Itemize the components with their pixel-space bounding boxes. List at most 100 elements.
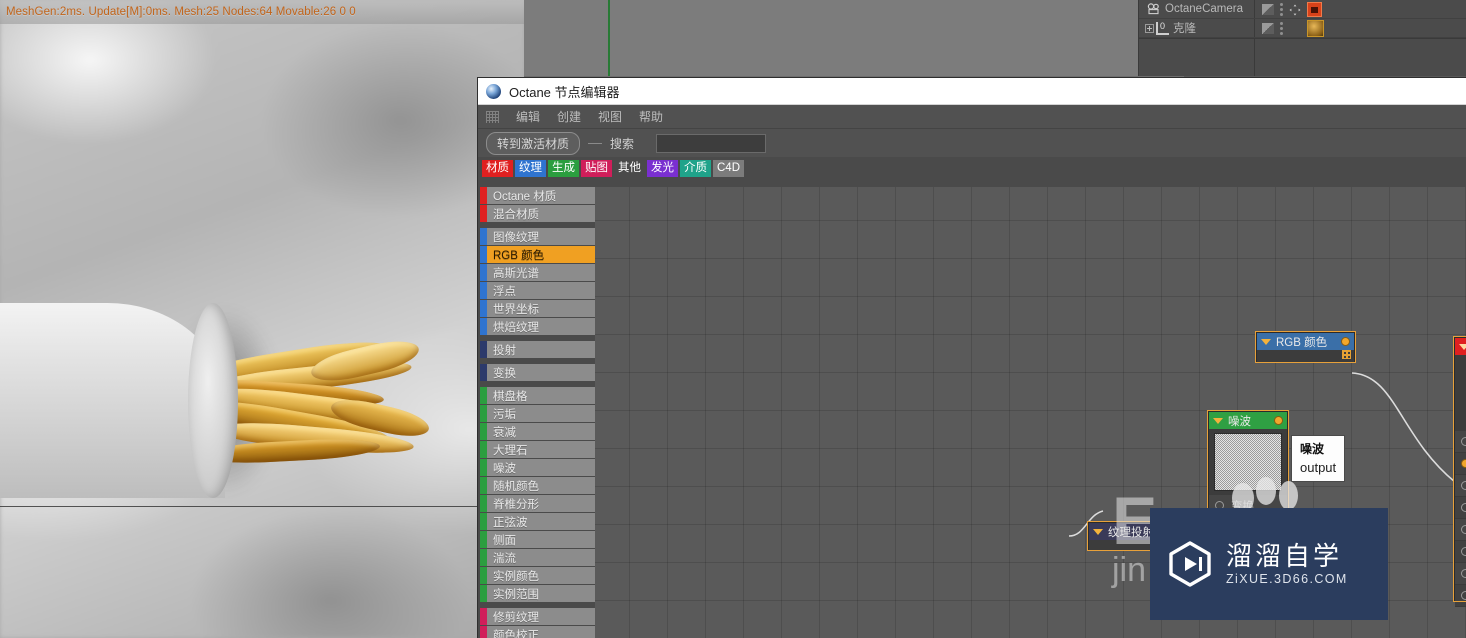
- node-rgb-color-title: RGB 颜色: [1276, 336, 1328, 349]
- move-handle-icon[interactable]: [1289, 4, 1301, 16]
- node-editor-toolbar[interactable]: 转到激活材质 搜索: [478, 129, 1466, 157]
- visibility-toggle-icon[interactable]: [1262, 23, 1274, 34]
- chevron-down-icon[interactable]: [1213, 417, 1223, 424]
- viewport-3d[interactable]: MeshGen:2ms. Update[M]:0ms. Mesh:25 Node…: [0, 0, 524, 638]
- node-list-item[interactable]: RGB 颜色: [480, 246, 595, 263]
- input-port-3[interactable]: [1461, 503, 1466, 512]
- object-row-camera[interactable]: OctaneCamera: [1139, 0, 1466, 19]
- node-oct-diffuse-body: 漫射镜面粗糙度薄膜宽度凹凸法线置换透明度: [1455, 359, 1466, 607]
- node-list-item-label: 正弦波: [493, 516, 528, 529]
- node-library-list[interactable]: Octane 材质混合材质图像纹理 RGB 颜色 高斯光谱浮点世界坐标 烘焙纹理投射变…: [480, 187, 595, 638]
- node-list-item[interactable]: 污垢: [480, 405, 595, 422]
- node-oct-diffuse-pin-0[interactable]: 漫射: [1455, 431, 1466, 453]
- chevron-down-icon[interactable]: [1093, 528, 1103, 535]
- menu-grip-icon[interactable]: [486, 110, 499, 123]
- category-tab-6[interactable]: 介质: [680, 159, 711, 177]
- expand-icon[interactable]: [1145, 23, 1154, 33]
- object-manager[interactable]: OctaneCamera 0 克隆: [1138, 0, 1466, 76]
- node-list-item[interactable]: 颜色校正: [480, 626, 595, 638]
- node-oct-diffuse-header[interactable]: OctDiffuse: [1455, 338, 1466, 355]
- node-list-item[interactable]: 正弦波: [480, 513, 595, 530]
- node-list-item-label: 随机颜色: [493, 480, 539, 493]
- node-list-item[interactable]: 湍流: [480, 549, 595, 566]
- node-list-item[interactable]: 世界坐标: [480, 300, 595, 317]
- node-type-color-swatch: [480, 205, 487, 222]
- category-tab-2[interactable]: 生成: [548, 159, 579, 177]
- node-list-item[interactable]: 烘焙纹理: [480, 318, 595, 335]
- node-noise-header[interactable]: 噪波: [1209, 412, 1287, 429]
- category-tab-5[interactable]: 发光: [647, 159, 678, 177]
- node-type-color-swatch: [480, 187, 487, 204]
- input-port-1[interactable]: [1461, 459, 1466, 468]
- category-tab-7[interactable]: C4D: [713, 159, 745, 177]
- node-editor-titlebar[interactable]: Octane 节点编辑器: [478, 78, 1466, 105]
- chevron-down-icon[interactable]: [1261, 338, 1271, 345]
- node-editor-menubar[interactable]: 编辑 创建 视图 帮助: [478, 105, 1466, 129]
- node-list-item[interactable]: 图像纹理: [480, 228, 595, 245]
- render-tag-icon[interactable]: [1307, 2, 1322, 17]
- object-row-cloner[interactable]: 0 克隆: [1139, 19, 1466, 38]
- node-list-item[interactable]: Octane 材质: [480, 187, 595, 204]
- node-list-item[interactable]: 混合材质: [480, 205, 595, 222]
- search-input[interactable]: [656, 133, 767, 153]
- node-oct-diffuse[interactable]: OctDiffuse 漫射镜面粗糙度薄膜宽度凹凸法线置换透明度: [1453, 336, 1466, 607]
- node-list-item[interactable]: 棋盘格: [480, 387, 595, 404]
- node-category-tabs[interactable]: 材质 纹理 生成 贴图 其他 发光 介质 C4D: [478, 157, 1466, 179]
- node-list-item[interactable]: 侧面: [480, 531, 595, 548]
- node-list-item[interactable]: 噪波: [480, 459, 595, 476]
- input-port-0[interactable]: [1461, 437, 1466, 446]
- category-tab-3[interactable]: 贴图: [581, 159, 612, 177]
- node-list-item[interactable]: 浮点: [480, 282, 595, 299]
- visibility-toggle-icon[interactable]: [1262, 4, 1274, 15]
- chevron-down-icon[interactable]: [1459, 343, 1466, 350]
- node-list-item[interactable]: 脊椎分形: [480, 495, 595, 512]
- node-oct-diffuse-pin-5[interactable]: 法线: [1455, 541, 1466, 563]
- node-list-item-label: 噪波: [493, 462, 516, 475]
- node-list-item[interactable]: 实例颜色: [480, 567, 595, 584]
- node-rgb-color-output-port[interactable]: [1341, 337, 1350, 346]
- node-list-item-label: 浮点: [493, 285, 516, 298]
- node-list-item[interactable]: 大理石: [480, 441, 595, 458]
- category-tab-0[interactable]: 材质: [482, 159, 513, 177]
- node-list-item[interactable]: 变换: [480, 364, 595, 381]
- node-list-item[interactable]: 投射: [480, 341, 595, 358]
- goto-active-material-button[interactable]: 转到激活材质: [486, 131, 581, 155]
- menu-view[interactable]: 视图: [598, 108, 622, 125]
- node-list-item[interactable]: 实例范围: [480, 585, 595, 602]
- menu-edit[interactable]: 编辑: [516, 108, 540, 125]
- category-tab-4[interactable]: 其他: [614, 159, 645, 177]
- node-oct-diffuse-pins[interactable]: 漫射镜面粗糙度薄膜宽度凹凸法线置换透明度: [1455, 431, 1466, 607]
- node-resize-grip[interactable]: [1342, 350, 1351, 359]
- category-tab-1[interactable]: 纹理: [515, 159, 546, 177]
- material-tag-icon[interactable]: [1307, 20, 1324, 37]
- node-oct-diffuse-pin-2[interactable]: 粗糙度: [1455, 475, 1466, 497]
- node-list-item-label: 投射: [493, 344, 516, 357]
- node-type-color-swatch: [480, 387, 487, 404]
- node-list-item[interactable]: 高斯光谱: [480, 264, 595, 281]
- node-oct-diffuse-pin-7[interactable]: 透明度: [1455, 585, 1466, 607]
- node-oct-diffuse-pin-4[interactable]: 凹凸: [1455, 519, 1466, 541]
- node-list-item-label: 混合材质: [493, 208, 539, 221]
- node-noise-output-port[interactable]: [1274, 416, 1283, 425]
- node-list-item[interactable]: 衰减: [480, 423, 595, 440]
- node-oct-diffuse-pin-1[interactable]: 镜面: [1455, 453, 1466, 475]
- zixue-logo-text: 溜溜自学 ZiXUE.3D66.COM: [1226, 543, 1348, 586]
- node-list-item[interactable]: 随机颜色: [480, 477, 595, 494]
- object-row-icons-camera[interactable]: [1262, 0, 1322, 19]
- input-port-4[interactable]: [1461, 525, 1466, 534]
- input-port-7[interactable]: [1461, 591, 1466, 600]
- input-port-6[interactable]: [1461, 569, 1466, 578]
- tag-dots-icon: [1280, 3, 1283, 16]
- node-oct-diffuse-pin-3[interactable]: 薄膜宽度: [1455, 497, 1466, 519]
- watermark-sub-text: jin: [1112, 551, 1147, 589]
- object-manager-row-divider: [1139, 38, 1466, 39]
- node-rgb-color[interactable]: RGB 颜色: [1255, 331, 1356, 363]
- input-port-5[interactable]: [1461, 547, 1466, 556]
- input-port-2[interactable]: [1461, 481, 1466, 490]
- node-rgb-color-header[interactable]: RGB 颜色: [1257, 333, 1354, 350]
- object-row-icons-cloner[interactable]: [1262, 19, 1324, 38]
- menu-create[interactable]: 创建: [557, 108, 581, 125]
- menu-help[interactable]: 帮助: [639, 108, 663, 125]
- node-oct-diffuse-pin-6[interactable]: 置换: [1455, 563, 1466, 585]
- node-list-item[interactable]: 修剪纹理: [480, 608, 595, 625]
